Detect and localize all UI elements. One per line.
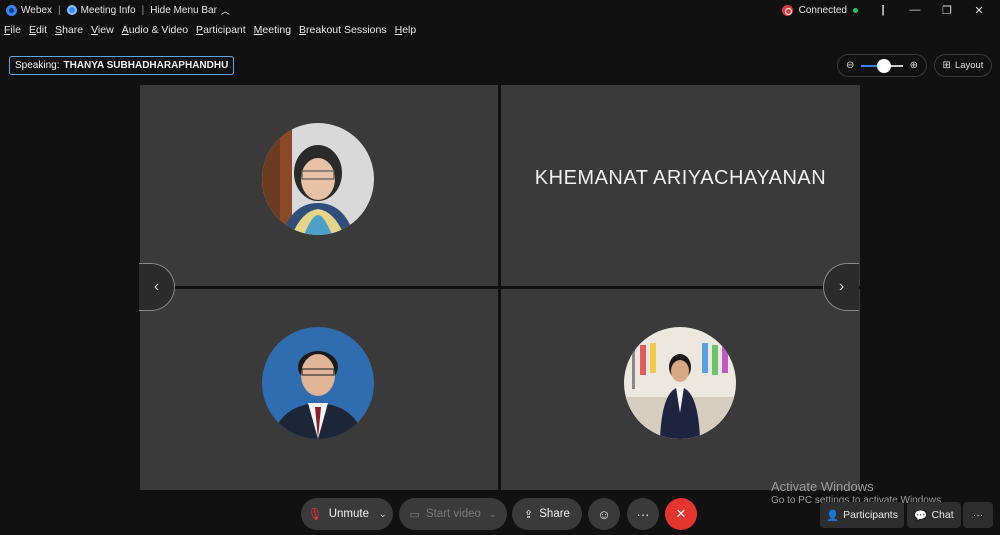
participant-tile[interactable]: [501, 289, 860, 490]
chevron-up-icon: ︿: [220, 5, 230, 16]
meeting-info-button[interactable]: Meeting Info: [63, 5, 140, 16]
unmute-button[interactable]: 🎙 Unmute ⌄: [301, 498, 393, 530]
menu-share[interactable]: Share: [51, 24, 87, 42]
minimize-button[interactable]: —: [904, 4, 926, 16]
menu-breakout-sessions[interactable]: Breakout Sessions: [295, 24, 391, 42]
app-name: Webex: [21, 4, 52, 16]
avatar-photo-icon: [262, 327, 374, 439]
participant-avatar: [624, 327, 736, 439]
reactions-button[interactable]: ☺: [588, 498, 620, 530]
divider: |: [141, 4, 145, 16]
speaker-name: THANYA SUBHADHARAPHANDHU: [63, 60, 229, 71]
chat-icon: 💬: [914, 509, 928, 522]
grid-divider: [175, 286, 825, 289]
restore-icon[interactable]: ❐: [936, 4, 958, 17]
speaking-label: Speaking:: [15, 60, 60, 71]
menu-edit[interactable]: Edit: [25, 24, 51, 42]
webex-logo-icon: [6, 4, 17, 16]
participant-tile[interactable]: [140, 289, 498, 490]
more-options-button[interactable]: ···: [627, 498, 659, 530]
participant-tile[interactable]: [140, 85, 498, 286]
chevron-down-icon[interactable]: ⌄: [489, 509, 497, 520]
menu-file[interactable]: File: [0, 24, 25, 42]
avatar-photo-icon: [262, 123, 374, 235]
smiley-icon: ☺: [597, 506, 611, 522]
zoom-out-icon[interactable]: ⊖: [846, 60, 854, 71]
start-video-label: Start video: [425, 508, 481, 520]
menu-view[interactable]: View: [87, 24, 118, 42]
participant-avatar: [262, 327, 374, 439]
chevron-right-icon: ›: [838, 278, 845, 295]
menu-help[interactable]: Help: [391, 24, 421, 42]
layout-button[interactable]: ⊞ Layout: [934, 54, 992, 77]
close-icon[interactable]: ✕: [968, 4, 990, 17]
menu-participant[interactable]: Participant: [192, 24, 250, 42]
title-bar: Webex | Meeting Info | Hide Menu Bar ︿ C…: [0, 0, 1000, 20]
chat-label: Chat: [931, 509, 954, 521]
minimize-icon[interactable]: |: [872, 4, 894, 16]
participants-button[interactable]: 👤 Participants: [820, 502, 904, 528]
video-off-icon: ▭: [409, 508, 420, 521]
recording-icon: [781, 4, 793, 16]
share-icon: ⇪: [524, 508, 534, 521]
participant-tile[interactable]: KHEMANAT ARIYACHAYANAN: [501, 85, 860, 286]
status-dot-icon: [853, 7, 858, 13]
grid-layout-icon: ⊞: [942, 60, 951, 71]
zoom-in-icon[interactable]: ⊕: [910, 60, 918, 71]
speaking-indicator: Speaking: THANYA SUBHADHARAPHANDHU: [9, 56, 235, 75]
info-icon: [66, 5, 77, 15]
menu-audio-video[interactable]: Audio & Video: [118, 24, 192, 42]
share-button[interactable]: ⇪ Share: [512, 498, 582, 530]
avatar-photo-icon: [624, 327, 736, 439]
more-panels-button[interactable]: ···: [963, 502, 993, 528]
menu-meeting[interactable]: Meeting: [250, 24, 295, 42]
video-grid: KHEMANAT ARIYACHAYANAN: [140, 85, 860, 490]
layout-label: Layout: [954, 60, 984, 71]
participant-avatar: [262, 123, 374, 235]
meeting-info-label: Meeting Info: [80, 4, 136, 16]
divider: |: [57, 4, 61, 16]
connection-label: Connected: [798, 4, 847, 16]
watermark-title: Activate Windows: [771, 479, 874, 494]
app-title: Webex: [0, 4, 56, 16]
person-icon: 👤: [826, 509, 840, 522]
close-icon: ✕: [675, 506, 687, 521]
hide-menu-bar-button[interactable]: Hide Menu Bar ︿: [146, 4, 234, 17]
more-icon: ···: [972, 509, 984, 521]
participants-label: Participants: [843, 509, 898, 521]
zoom-slider-handle[interactable]: [877, 58, 892, 73]
chevron-down-icon[interactable]: ⌄: [379, 509, 387, 520]
chevron-left-icon: ‹: [153, 278, 160, 295]
microphone-muted-icon: 🎙: [307, 507, 323, 521]
chat-button[interactable]: 💬 Chat: [907, 502, 961, 528]
leave-meeting-button[interactable]: ✕: [665, 498, 697, 530]
start-video-button[interactable]: ▭ Start video ⌄: [399, 498, 507, 530]
zoom-control: ⊖ ⊕: [837, 54, 927, 77]
zoom-slider[interactable]: [861, 58, 903, 73]
hide-menu-label: Hide Menu Bar: [150, 4, 217, 16]
share-label: Share: [539, 508, 570, 520]
menu-bar: File Edit Share View Audio & Video Parti…: [0, 24, 420, 42]
window-controls: Connected | — ❐ ✕: [778, 0, 1000, 20]
more-icon: ···: [636, 506, 650, 522]
connection-status[interactable]: Connected: [778, 4, 862, 16]
participant-name: KHEMANAT ARIYACHAYANAN: [534, 167, 827, 189]
unmute-label: Unmute: [328, 508, 369, 520]
